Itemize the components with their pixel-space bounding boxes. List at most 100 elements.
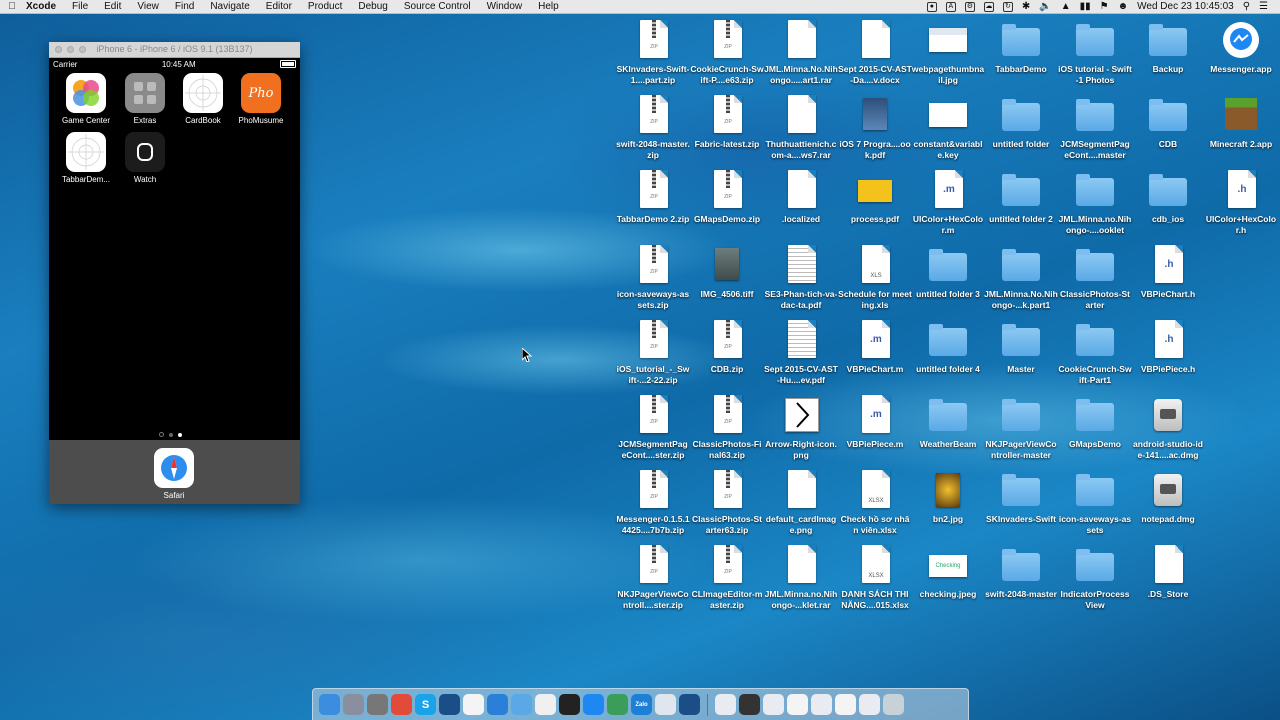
- itunes-icon[interactable]: [535, 694, 556, 715]
- time-machine-icon[interactable]: ↻: [1002, 1, 1013, 12]
- notification-center-icon[interactable]: ☰: [1259, 1, 1268, 12]
- desktop-item-doc[interactable]: JML.Minna.No.Nihongo.....art1.rar: [764, 20, 838, 85]
- desktop-item-doc[interactable]: .localized: [764, 170, 838, 225]
- desktop-item-doc[interactable]: default_cardImage.png: [764, 470, 838, 535]
- desktop-item-h[interactable]: .h VBPieChart.h: [1131, 245, 1205, 300]
- desktop-item-folder[interactable]: CookieCrunch-Swift-Part1: [1058, 320, 1132, 385]
- cloud-icon[interactable]: ☁: [983, 1, 994, 12]
- finder-icon[interactable]: [319, 694, 340, 715]
- menu-editor[interactable]: Editor: [258, 0, 300, 13]
- desktop-item-xls[interactable]: XLSX DANH SÁCH THI NĂNG....015.xlsx: [838, 545, 912, 610]
- volume-icon[interactable]: 🔈: [1039, 1, 1051, 12]
- menu-file[interactable]: File: [64, 0, 96, 13]
- desktop-item-zip[interactable]: ZIP ClassicPhotos-Starter63.zip: [690, 470, 764, 535]
- desktop-item-zip[interactable]: ZIP CLImageEditor-master.zip: [690, 545, 764, 610]
- desktop-item-folder[interactable]: icon-saveways-assets: [1058, 470, 1132, 535]
- menu-navigate[interactable]: Navigate: [202, 0, 257, 13]
- menu-find[interactable]: Find: [167, 0, 202, 13]
- desktop-item-folder[interactable]: Master: [984, 320, 1058, 375]
- desktop-item-folder[interactable]: iOS tutorial - Swift-1 Photos: [1058, 20, 1132, 85]
- flag-icon[interactable]: ⚑: [1100, 1, 1109, 12]
- input-source-icon[interactable]: A: [945, 1, 956, 12]
- menu-edit[interactable]: Edit: [96, 0, 129, 13]
- desktop-item-image[interactable]: IMG_4506.tiff: [690, 245, 764, 300]
- desktop-item-zip[interactable]: ZIP ClassicPhotos-Final63.zip: [690, 395, 764, 460]
- menu-source-control[interactable]: Source Control: [396, 0, 479, 13]
- desktop-item-folder[interactable]: JCMSegmentPageCont....master: [1058, 95, 1132, 160]
- desktop-item-doc[interactable]: Thuthuattienich.com-a....ws7.rar: [764, 95, 838, 160]
- chrome-icon[interactable]: [391, 694, 412, 715]
- menubar-clock[interactable]: Wed Dec 23 10:45:03: [1137, 1, 1234, 12]
- menu-product[interactable]: Product: [300, 0, 350, 13]
- desktop-item-doc[interactable]: JML.Minna.no.Nihongo-...klet.rar: [764, 545, 838, 610]
- record-icon[interactable]: ●: [926, 1, 937, 12]
- window-thumb-3-icon[interactable]: [763, 694, 784, 715]
- zoom-window-icon[interactable]: [79, 46, 86, 53]
- ios-app-cardbook[interactable]: CardBook: [174, 73, 232, 125]
- desktop-item-checking[interactable]: Checking checking.jpeg: [911, 545, 985, 600]
- desktop-item-folder[interactable]: JML.Minna.No.Nihongo-...k.part1: [984, 245, 1058, 310]
- ios-app-phomusume[interactable]: Pho PhoMusume: [232, 73, 290, 125]
- desktop-item-arrow[interactable]: Arrow-Right-icon.png: [764, 395, 838, 460]
- desktop-item-folder[interactable]: ClassicPhotos-Starter: [1058, 245, 1132, 310]
- window-thumb-6-icon[interactable]: [835, 694, 856, 715]
- desktop-item-zip[interactable]: ZIP CookieCrunch-Swift-P....e63.zip: [690, 20, 764, 85]
- mail-icon[interactable]: [655, 694, 676, 715]
- desktop-item-zip[interactable]: ZIP icon-saveways-assets.zip: [616, 245, 690, 310]
- apple-menu-icon[interactable]: : [0, 1, 24, 12]
- desktop-item-m[interactable]: .m UIColor+HexColor.m: [911, 170, 985, 235]
- desktop-item-folder[interactable]: untitled folder: [984, 95, 1058, 150]
- desktop-item-folder[interactable]: SKInvaders-Swift: [984, 470, 1058, 525]
- desktop-item-folder[interactable]: Backup: [1131, 20, 1205, 75]
- folder-icon[interactable]: [511, 694, 532, 715]
- ios-app-watch[interactable]: Watch: [116, 132, 174, 184]
- desktop-item-zip[interactable]: ZIP NKJPagerViewControll....ster.zip: [616, 545, 690, 610]
- ios-simulator-window[interactable]: iPhone 6 - iPhone 6 / iOS 9.1 (13B137) C…: [49, 42, 300, 504]
- desktop-item-doc[interactable]: Sept 2015-CV-AST-Da....v.docx: [838, 20, 912, 85]
- desktop-item-folder[interactable]: TabbarDemo: [984, 20, 1058, 75]
- desktop-item-folder[interactable]: untitled folder 3: [911, 245, 985, 300]
- minimize-window-icon[interactable]: [67, 46, 74, 53]
- trash-icon[interactable]: [883, 694, 904, 715]
- desktop-item-dmg[interactable]: android-studio-ide-141....ac.dmg: [1131, 395, 1205, 460]
- desktop-item-folder[interactable]: swift-2048-master: [984, 545, 1058, 600]
- desktop-item-zip[interactable]: ZIP Fabric-latest.zip: [690, 95, 764, 150]
- desktop-item-h[interactable]: .h UIColor+HexColor.h: [1204, 170, 1278, 235]
- window-thumb-5-icon[interactable]: [811, 694, 832, 715]
- messenger-icon[interactable]: [583, 694, 604, 715]
- menu-help[interactable]: Help: [530, 0, 567, 13]
- grid-app-icon[interactable]: [463, 694, 484, 715]
- desktop-item-zip[interactable]: ZIP SKInvaders-Swift-1....part.zip: [616, 20, 690, 85]
- menu-window[interactable]: Window: [479, 0, 531, 13]
- desktop-item-m[interactable]: .m VBPieChart.m: [838, 320, 912, 375]
- desktop-item-zip[interactable]: ZIP CDB.zip: [690, 320, 764, 375]
- wifi-icon[interactable]: ▲: [1061, 1, 1071, 12]
- desktop-item-xls[interactable]: XLS Schedule for meeting.xls: [838, 245, 912, 310]
- desktop-item-folder[interactable]: NKJPagerViewController-master: [984, 395, 1058, 460]
- desktop-item-folder[interactable]: GMapsDemo: [1058, 395, 1132, 450]
- desktop-item-web[interactable]: webpagethumbnail.jpg: [911, 20, 985, 85]
- window-thumb-4-icon[interactable]: [787, 694, 808, 715]
- window-thumb-2-icon[interactable]: [739, 694, 760, 715]
- desktop-item-book[interactable]: iOS 7 Progra....ook.pdf: [838, 95, 912, 160]
- desktop-item-folder[interactable]: WeatherBeam: [911, 395, 985, 450]
- user-icon[interactable]: ☻: [1118, 1, 1129, 12]
- quicktime-icon[interactable]: [679, 694, 700, 715]
- window-thumb-1-icon[interactable]: [715, 694, 736, 715]
- system-preferences-icon[interactable]: [367, 694, 388, 715]
- desktop-item-folder[interactable]: CDB: [1131, 95, 1205, 150]
- desktop-item-dmg[interactable]: notepad.dmg: [1131, 470, 1205, 525]
- desktop-item-zip[interactable]: ZIP TabbarDemo 2.zip: [616, 170, 690, 225]
- window-thumb-7-icon[interactable]: [859, 694, 880, 715]
- tool-icon[interactable]: ⚙: [964, 1, 975, 12]
- xcode-icon[interactable]: [487, 694, 508, 715]
- desktop-item-process[interactable]: process.pdf: [838, 170, 912, 225]
- desktop-item-zip[interactable]: ZIP iOS_tutorial_-_Swift-...2-22.zip: [616, 320, 690, 385]
- desktop-item-key[interactable]: constant&variable.key: [911, 95, 985, 160]
- desktop-item-zip[interactable]: ZIP GMapsDemo.zip: [690, 170, 764, 225]
- desktop-item-zip[interactable]: ZIP JCMSegmentPageCont....ster.zip: [616, 395, 690, 460]
- desktop-item-messenger[interactable]: Messenger.app: [1204, 20, 1278, 75]
- menu-view[interactable]: View: [129, 0, 167, 13]
- desktop-item-zip[interactable]: ZIP swift-2048-master.zip: [616, 95, 690, 160]
- terminal-icon[interactable]: [559, 694, 580, 715]
